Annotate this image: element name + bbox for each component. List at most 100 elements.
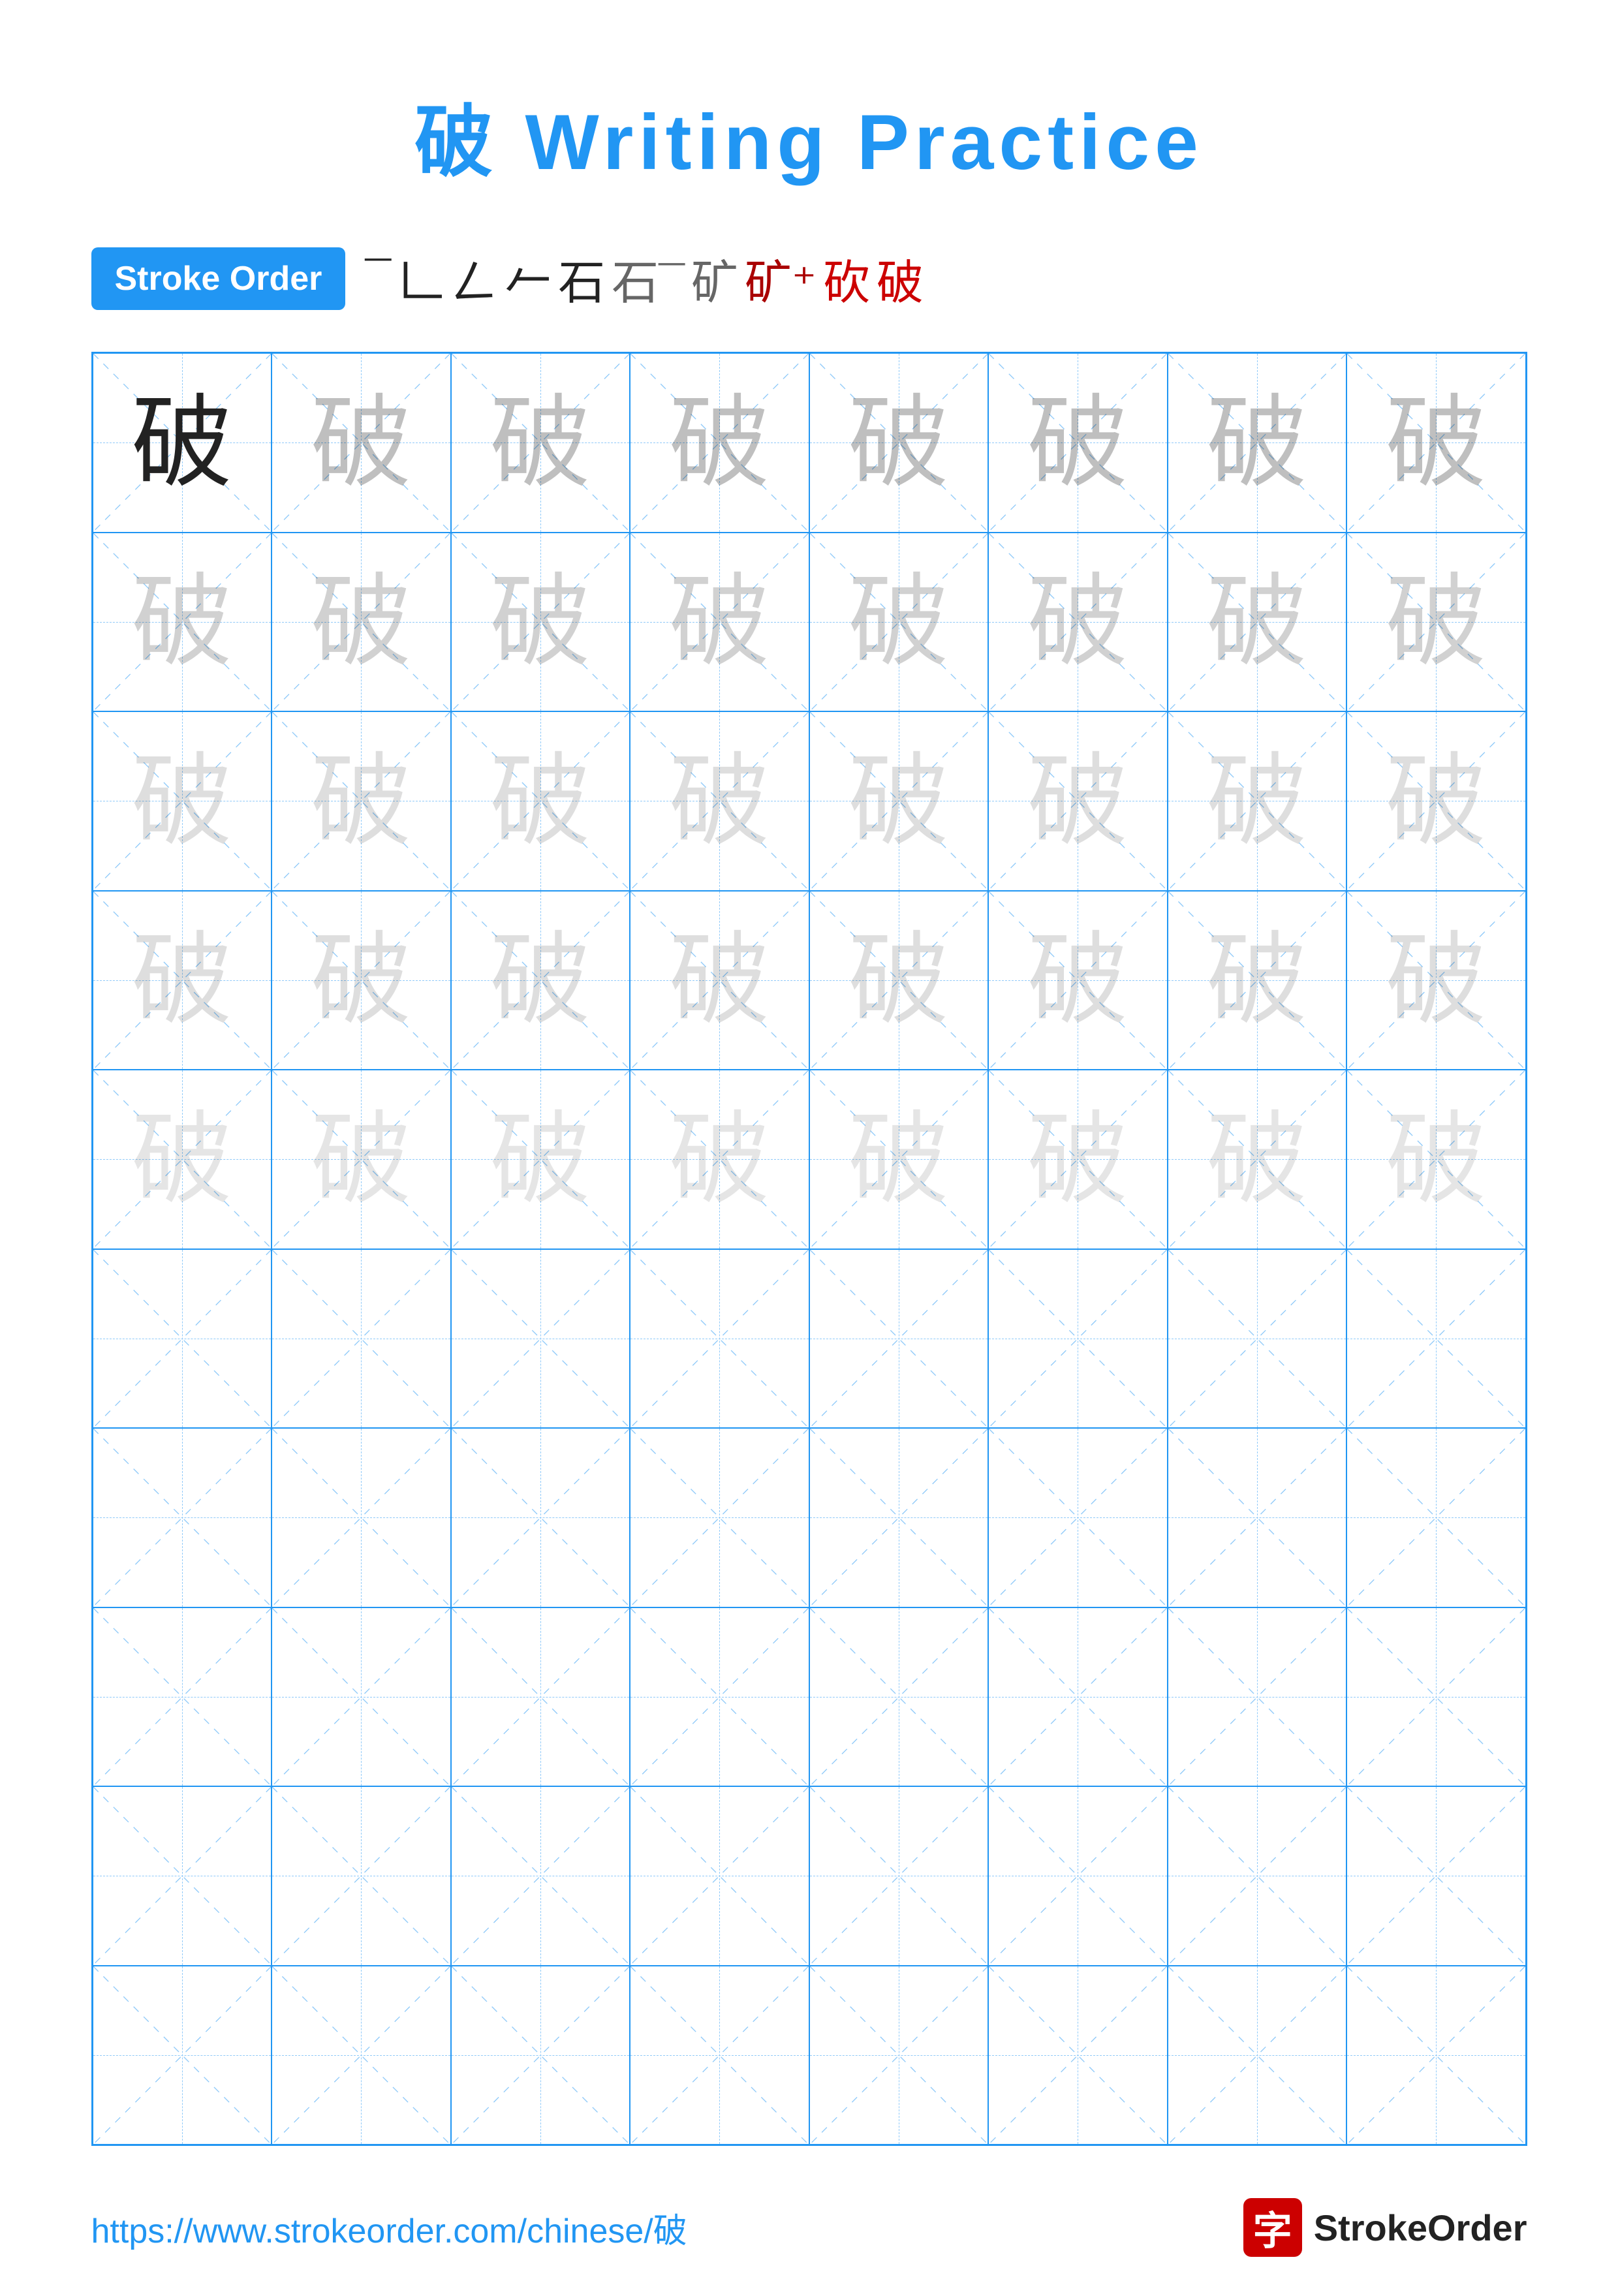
footer-logo-icon: 字 [1243, 2198, 1302, 2257]
grid-cell [1346, 1428, 1526, 1607]
grid-cell: 破 [93, 711, 272, 891]
grid-cell [451, 1607, 630, 1787]
cell-character: 破 [1027, 751, 1128, 852]
grid-cell: 破 [93, 1070, 272, 1249]
grid-cell: 破 [272, 533, 451, 712]
grid-row [93, 1428, 1526, 1607]
cell-character: 破 [1027, 1109, 1128, 1210]
footer-url[interactable]: https://www.strokeorder.com/chinese/破 [91, 2203, 687, 2252]
grid-row: 破破破破破破破破 [93, 353, 1526, 533]
grid-cell: 破 [272, 711, 451, 891]
cell-character: 破 [131, 571, 232, 672]
cell-character: 破 [1206, 1109, 1307, 1210]
grid-cell [451, 1428, 630, 1607]
grid-cell: 破 [1168, 533, 1347, 712]
grid-cell [1168, 1786, 1347, 1966]
footer-logo: 字 StrokeOrder [1243, 2198, 1527, 2257]
grid-cell: 破 [630, 891, 809, 1070]
grid-row [93, 1607, 1526, 1787]
cell-character: 破 [131, 392, 232, 493]
grid-cell: 破 [272, 353, 451, 533]
cell-character: 破 [669, 392, 770, 493]
cell-character: 破 [1206, 571, 1307, 672]
grid-cell [1346, 1607, 1526, 1787]
cell-character: 破 [311, 392, 412, 493]
grid-cell [272, 1428, 451, 1607]
grid-cell [1168, 1428, 1347, 1607]
grid-cell: 破 [1168, 353, 1347, 533]
grid-cell: 破 [988, 533, 1168, 712]
grid-cell: 破 [988, 1070, 1168, 1249]
stroke-char-9: 砍 [823, 244, 870, 313]
grid-cell: 破 [988, 711, 1168, 891]
stroke-char-4: 𠂉 [505, 244, 552, 313]
footer-logo-char: 字 [1253, 2199, 1292, 2256]
cell-character: 破 [1027, 929, 1128, 1031]
grid-cell [988, 1786, 1168, 1966]
grid-cell [630, 1428, 809, 1607]
cell-character: 破 [848, 571, 949, 672]
grid-cell: 破 [93, 891, 272, 1070]
grid-cell: 破 [809, 353, 989, 533]
grid-cell [1168, 1966, 1347, 2145]
grid-cell: 破 [93, 353, 272, 533]
grid-cell [93, 1249, 272, 1429]
grid-row: 破破破破破破破破 [93, 533, 1526, 712]
grid-cell: 破 [451, 891, 630, 1070]
stroke-order-chars: ¯ 𠃊 𠃋 𠂉 石 石¯ 矿 矿⁺ 砍 破 [365, 244, 924, 313]
grid-cell: 破 [1168, 711, 1347, 891]
grid-cell [809, 1249, 989, 1429]
grid-cell [809, 1607, 989, 1787]
cell-character: 破 [490, 392, 591, 493]
cell-character: 破 [848, 751, 949, 852]
grid-cell [809, 1966, 989, 2145]
grid-cell: 破 [1346, 1070, 1526, 1249]
grid-cell [272, 1607, 451, 1787]
cell-character: 破 [669, 571, 770, 672]
grid-cell [630, 1786, 809, 1966]
grid-cell [272, 1786, 451, 1966]
cell-character: 破 [1206, 929, 1307, 1031]
grid-cell: 破 [93, 533, 272, 712]
grid-cell [988, 1966, 1168, 2145]
grid-cell: 破 [272, 891, 451, 1070]
cell-character: 破 [1386, 571, 1487, 672]
grid-cell: 破 [630, 533, 809, 712]
grid-cell: 破 [1346, 711, 1526, 891]
stroke-order-badge: Stroke Order [91, 247, 346, 310]
cell-character: 破 [848, 1109, 949, 1210]
grid-cell [451, 1249, 630, 1429]
stroke-char-10: 破 [877, 244, 924, 313]
cell-character: 破 [848, 392, 949, 493]
cell-character: 破 [490, 929, 591, 1031]
cell-character: 破 [1206, 751, 1307, 852]
grid-cell [93, 1428, 272, 1607]
stroke-char-3: 𠃋 [451, 244, 498, 313]
grid-cell: 破 [630, 711, 809, 891]
grid-cell: 破 [988, 891, 1168, 1070]
grid-cell [630, 1966, 809, 2145]
stroke-char-1: ¯ [365, 252, 391, 305]
grid-row [93, 1786, 1526, 1966]
grid-cell: 破 [1168, 891, 1347, 1070]
grid-row [93, 1966, 1526, 2145]
grid-cell [809, 1786, 989, 1966]
grid-cell [272, 1966, 451, 2145]
grid-row: 破破破破破破破破 [93, 1070, 1526, 1249]
grid-cell [988, 1249, 1168, 1429]
grid-cell [988, 1607, 1168, 1787]
grid-cell [988, 1428, 1168, 1607]
grid-cell: 破 [272, 1070, 451, 1249]
grid-cell: 破 [630, 1070, 809, 1249]
footer: https://www.strokeorder.com/chinese/破 字 … [91, 2146, 1527, 2296]
grid-cell: 破 [1168, 1070, 1347, 1249]
grid-cell: 破 [809, 1070, 989, 1249]
grid-cell [630, 1249, 809, 1429]
grid-cell [1346, 1249, 1526, 1429]
grid-row [93, 1249, 1526, 1429]
grid-cell: 破 [451, 1070, 630, 1249]
stroke-char-2: 𠃊 [397, 244, 444, 313]
practice-grid: 破破破破破破破破破破破破破破破破破破破破破破破破破破破破破破破破破破破破破破破破 [91, 352, 1527, 2146]
stroke-char-8: 矿⁺ [745, 244, 817, 313]
page-title: 破 Writing Practice [414, 78, 1204, 192]
